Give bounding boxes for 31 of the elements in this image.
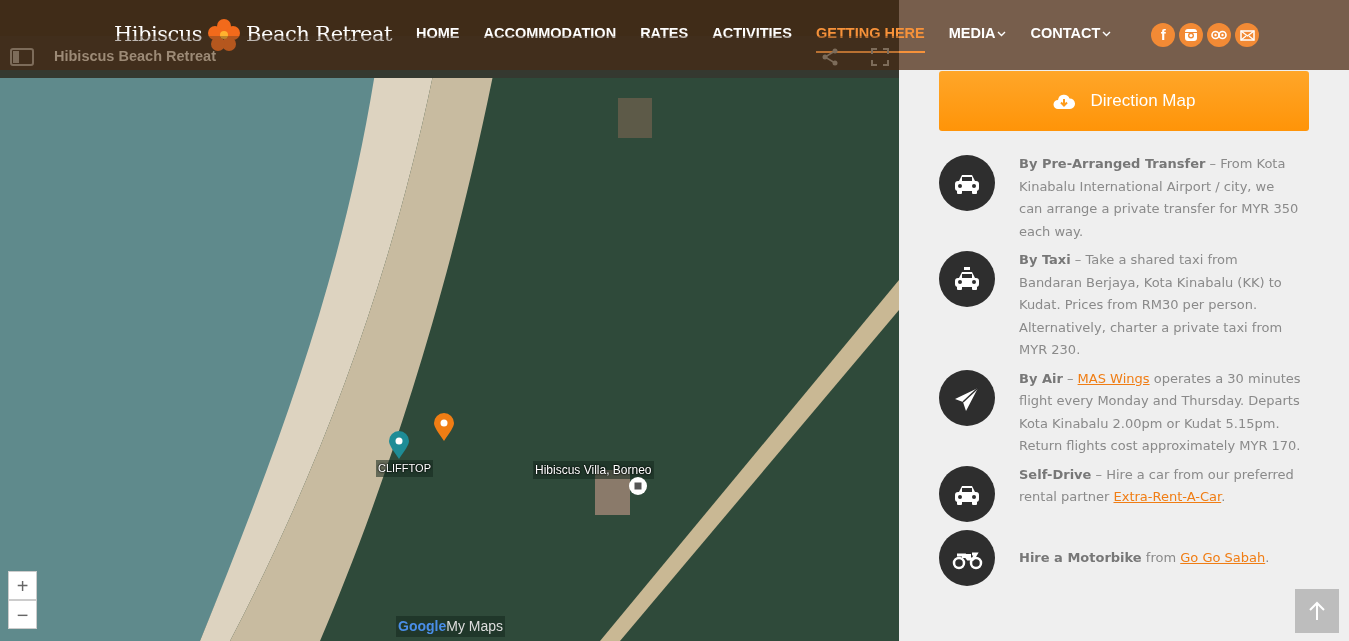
map-pin-icon[interactable]	[388, 430, 410, 460]
envelope-icon	[1239, 29, 1255, 41]
nav-link[interactable]: ACTIVITIES	[712, 17, 792, 53]
place-label: Hibiscus Villa, Borneo	[533, 461, 654, 479]
owl-eyes-icon	[1211, 29, 1228, 41]
zoom-in-button[interactable]: +	[8, 571, 37, 600]
pin-label: CLIFFTOP	[376, 460, 433, 477]
zoom-out-button[interactable]: −	[8, 600, 37, 629]
instagram-link[interactable]	[1179, 23, 1204, 47]
email-link[interactable]	[1235, 23, 1260, 47]
map-title: Hibiscus Beach Retreat	[54, 47, 216, 67]
transport-description: By Taxi – Take a shared taxi from Bandaran Berjaya, Kota Kinabalu (KK) to Kudat. Prices from RM30 per person. Alternatively, charter a private taxi from MYR 230.	[1019, 251, 1284, 359]
nav-link[interactable]: RATES	[640, 17, 689, 53]
nav-link[interactable]: MEDIA	[948, 17, 1007, 53]
camera-icon	[1184, 28, 1199, 42]
fullscreen-icon[interactable]	[871, 48, 889, 66]
transport-description: By Pre-Arranged Transfer – From Kota Kinabalu International Airport / city, we can arrange a private transfer for MYR 350 each way.	[1019, 155, 1300, 241]
nav-link[interactable]: GETTING HERE	[815, 17, 925, 53]
place-marker-icon[interactable]	[628, 476, 648, 496]
nav-link[interactable]: CONTACT	[1030, 17, 1112, 53]
transport-description: Hire a Motorbike from Go Go Sabah.	[1019, 548, 1271, 567]
tripadvisor-link[interactable]	[1207, 23, 1232, 47]
nav-link[interactable]: ACCOMMODATION	[483, 17, 617, 53]
map-brand-logo: GoogleMy Maps	[396, 616, 506, 637]
map-pin-icon[interactable]	[433, 412, 455, 442]
up-arrow-icon	[1309, 601, 1325, 621]
transport-description: By Air – MAS Wings operates a 30 minutes flight every Monday and Thursday. Departs Kota Kinabalu 2.00pm or Kudat 5.15pm. Return flights cost approximately MYR 170.	[1019, 369, 1301, 455]
nav-link[interactable]: HOME	[416, 17, 460, 53]
sidebar-toggle-icon[interactable]	[10, 48, 34, 66]
cloud-download-icon	[1052, 92, 1075, 110]
transport-description: Self-Drive – Hire a car from our preferred rental partner Extra-Rent-A-Car.	[1019, 465, 1295, 506]
